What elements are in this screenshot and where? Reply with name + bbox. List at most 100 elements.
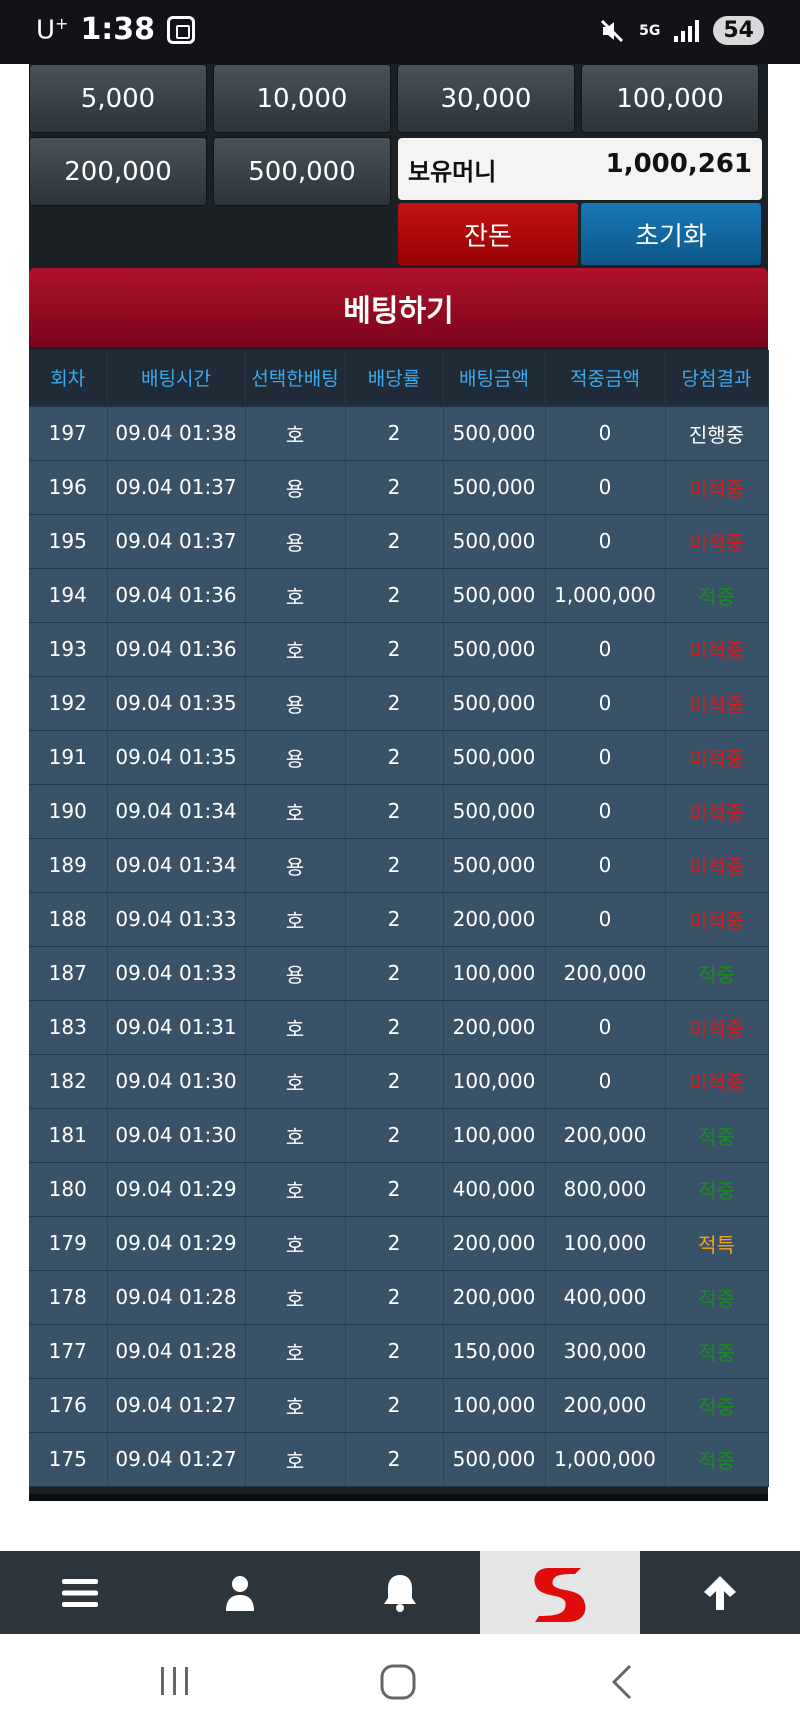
- place-bet-button[interactable]: 베팅하기: [29, 268, 768, 347]
- recents-icon: [161, 1667, 188, 1695]
- chip-500000[interactable]: 500,000: [213, 137, 391, 206]
- cell-result: 적특: [665, 1215, 769, 1271]
- reset-button[interactable]: 초기화: [581, 203, 761, 265]
- cell-round: 178: [29, 1269, 108, 1325]
- recents-button[interactable]: [158, 1664, 192, 1702]
- chip-5000[interactable]: 5,000: [29, 64, 207, 133]
- cell-odds: 2: [345, 1377, 444, 1433]
- cell-win-amount: 0: [545, 621, 666, 677]
- cell-time: 09.04 01:31: [107, 999, 246, 1055]
- cell-bet-amount: 100,000: [443, 1377, 546, 1433]
- header-round: 회차: [29, 350, 108, 406]
- table-row: 179 09.04 01:29 호 2 200,000 100,000 적특: [29, 1215, 769, 1271]
- chip-30000[interactable]: 30,000: [397, 64, 575, 133]
- cell-result: 미적중: [665, 513, 769, 569]
- chip-100000[interactable]: 100,000: [581, 64, 759, 133]
- cell-odds: 2: [345, 1215, 444, 1271]
- arrow-up-icon: [704, 1575, 736, 1610]
- cell-win-amount: 0: [545, 783, 666, 839]
- cell-odds: 2: [345, 1107, 444, 1163]
- cell-round: 192: [29, 675, 108, 731]
- cell-time: 09.04 01:29: [107, 1161, 246, 1217]
- home-button[interactable]: [380, 1664, 416, 1704]
- cell-bet-amount: 200,000: [443, 999, 546, 1055]
- cell-bet-amount: 500,000: [443, 621, 546, 677]
- cell-win-amount: 300,000: [545, 1323, 666, 1379]
- cell-pick: 용: [245, 837, 346, 893]
- cell-win-amount: 0: [545, 405, 666, 461]
- table-row: 193 09.04 01:36 호 2 500,000 0 미적중: [29, 621, 769, 677]
- cell-odds: 2: [345, 1269, 444, 1325]
- cell-round: 175: [29, 1431, 108, 1487]
- home-icon: [380, 1664, 416, 1700]
- cell-bet-amount: 100,000: [443, 945, 546, 1001]
- table-row: 189 09.04 01:34 용 2 500,000 0 미적중: [29, 837, 769, 893]
- cell-result: 미적중: [665, 459, 769, 515]
- cell-result: 진행중: [665, 405, 769, 461]
- chip-10000[interactable]: 10,000: [213, 64, 391, 133]
- cell-round: 177: [29, 1323, 108, 1379]
- cell-odds: 2: [345, 1323, 444, 1379]
- notifications-button[interactable]: [320, 1551, 480, 1634]
- cell-bet-amount: 100,000: [443, 1053, 546, 1109]
- cell-bet-amount: 200,000: [443, 1215, 546, 1271]
- header-result: 당첨결과: [665, 350, 769, 406]
- logo-button[interactable]: [480, 1551, 640, 1634]
- cell-pick: 호: [245, 1161, 346, 1217]
- cell-round: 190: [29, 783, 108, 839]
- cell-bet-amount: 500,000: [443, 567, 546, 623]
- cell-time: 09.04 01:35: [107, 729, 246, 785]
- cell-win-amount: 400,000: [545, 1269, 666, 1325]
- cell-result: 적중: [665, 1269, 769, 1325]
- cell-odds: 2: [345, 567, 444, 623]
- cell-round: 183: [29, 999, 108, 1055]
- cell-round: 194: [29, 567, 108, 623]
- scroll-top-button[interactable]: [640, 1551, 800, 1634]
- cell-win-amount: 1,000,000: [545, 567, 666, 623]
- menu-icon: [62, 1578, 98, 1607]
- screenshot-icon: [167, 15, 196, 44]
- cell-win-amount: 0: [545, 891, 666, 947]
- back-button[interactable]: [610, 1664, 634, 1704]
- cell-pick: 호: [245, 1323, 346, 1379]
- bottom-nav: [0, 1551, 800, 1634]
- cell-time: 09.04 01:27: [107, 1377, 246, 1433]
- cell-bet-amount: 150,000: [443, 1323, 546, 1379]
- cell-round: 187: [29, 945, 108, 1001]
- cell-time: 09.04 01:33: [107, 945, 246, 1001]
- table-row: 187 09.04 01:33 용 2 100,000 200,000 적중: [29, 945, 769, 1001]
- cell-pick: 호: [245, 621, 346, 677]
- cell-round: 195: [29, 513, 108, 569]
- cell-win-amount: 200,000: [545, 1107, 666, 1163]
- network-type: 5G: [639, 22, 661, 39]
- cell-time: 09.04 01:37: [107, 513, 246, 569]
- header-time: 배팅시간: [107, 350, 246, 406]
- cell-pick: 호: [245, 1053, 346, 1109]
- menu-button[interactable]: [0, 1551, 160, 1634]
- cell-result: 적중: [665, 1377, 769, 1433]
- cell-odds: 2: [345, 837, 444, 893]
- cell-round: 181: [29, 1107, 108, 1163]
- cell-pick: 호: [245, 567, 346, 623]
- cell-result: 적중: [665, 1431, 769, 1487]
- cell-round: 176: [29, 1377, 108, 1433]
- cell-time: 09.04 01:36: [107, 567, 246, 623]
- cell-win-amount: 800,000: [545, 1161, 666, 1217]
- cell-pick: 용: [245, 675, 346, 731]
- cell-odds: 2: [345, 1053, 444, 1109]
- table-row: 195 09.04 01:37 용 2 500,000 0 미적중: [29, 513, 769, 569]
- table-row: 183 09.04 01:31 호 2 200,000 0 미적중: [29, 999, 769, 1055]
- profile-button[interactable]: [160, 1551, 320, 1634]
- table-row: 181 09.04 01:30 호 2 100,000 200,000 적중: [29, 1107, 769, 1163]
- chip-200000[interactable]: 200,000: [29, 137, 207, 206]
- small-change-button[interactable]: 잔돈: [398, 203, 578, 265]
- table-row: 177 09.04 01:28 호 2 150,000 300,000 적중: [29, 1323, 769, 1379]
- balance-value: 1,000,261: [605, 149, 752, 179]
- cell-win-amount: 100,000: [545, 1215, 666, 1271]
- balance-label: 보유머니: [408, 158, 497, 186]
- cell-time: 09.04 01:28: [107, 1323, 246, 1379]
- table-row: 188 09.04 01:33 호 2 200,000 0 미적중: [29, 891, 769, 947]
- back-icon: [611, 1664, 632, 1700]
- user-icon: [226, 1575, 254, 1611]
- cell-odds: 2: [345, 891, 444, 947]
